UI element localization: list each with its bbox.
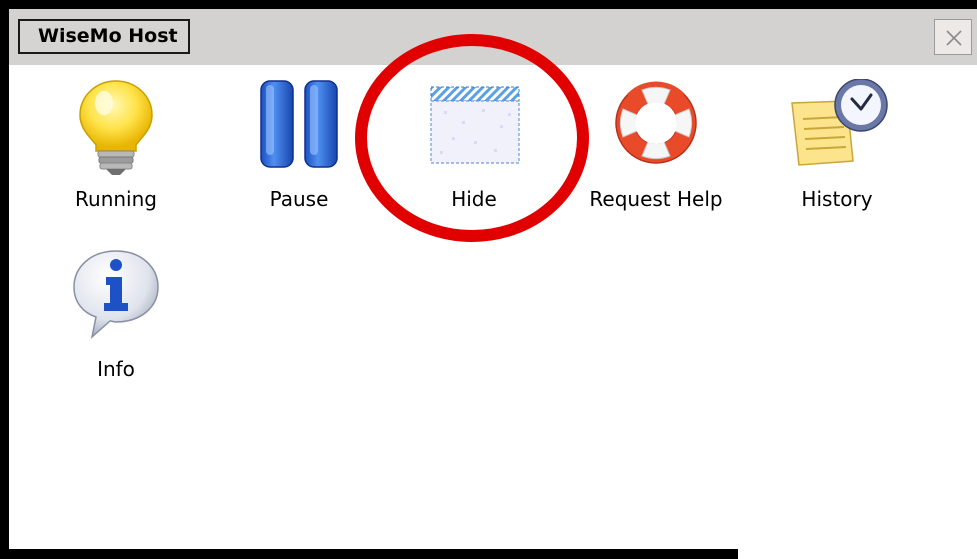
pause-icon xyxy=(260,80,338,168)
lifebuoy-icon xyxy=(615,81,697,164)
close-button[interactable] xyxy=(934,19,972,55)
request-help-button[interactable]: Request Help xyxy=(586,79,726,229)
lightbulb-icon xyxy=(79,80,153,175)
close-icon xyxy=(946,30,962,46)
history-clock-icon xyxy=(791,79,888,166)
history-button[interactable]: History xyxy=(767,79,907,229)
bottom-strip xyxy=(738,541,977,559)
window-title: WiseMo Host xyxy=(18,19,190,54)
info-button[interactable]: Info xyxy=(46,249,186,399)
history-label: History xyxy=(801,187,873,211)
pause-label: Pause xyxy=(269,187,329,211)
pause-button[interactable]: Pause xyxy=(229,79,369,229)
request-help-label: Request Help xyxy=(589,187,723,211)
wisemo-host-window: WiseMo Host Running Pause Hide Request H… xyxy=(9,9,977,549)
running-button[interactable]: Running xyxy=(46,79,186,229)
info-icon xyxy=(73,250,159,340)
running-label: Running xyxy=(75,187,157,211)
info-label: Info xyxy=(97,357,135,381)
annotation-circle xyxy=(355,34,589,242)
